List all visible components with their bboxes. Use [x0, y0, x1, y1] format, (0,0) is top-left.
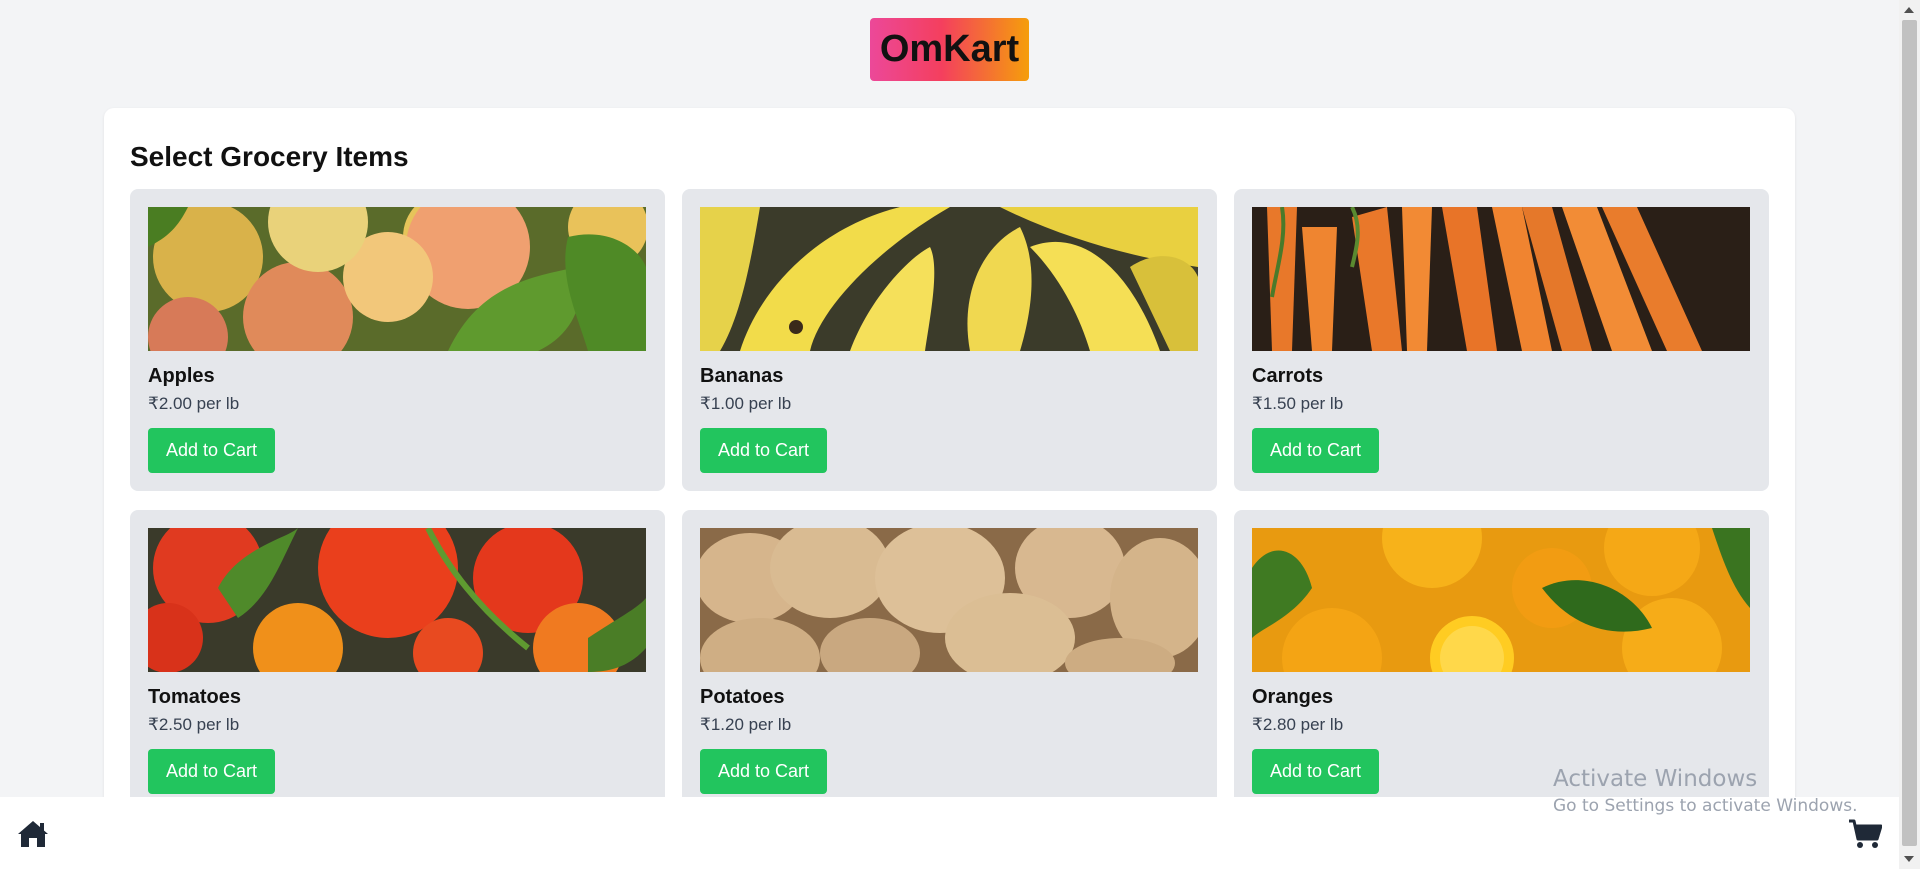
- product-price: ₹1.20 per lb: [700, 715, 792, 734]
- cart-icon[interactable]: [1848, 819, 1883, 849]
- product-name: Bananas: [700, 365, 784, 387]
- omkart-logo[interactable]: OmKart: [869, 18, 1030, 81]
- page-title: Select Grocery Items: [130, 141, 409, 172]
- add-to-cart-button-potatoes[interactable]: Add to Cart: [700, 749, 827, 794]
- product-price: ₹1.00 per lb: [700, 394, 792, 413]
- grocery-panel: Select Grocery Items Apples ₹2.00 per lb…: [104, 108, 1795, 868]
- product-name: Carrots: [1252, 365, 1324, 387]
- vertical-scrollbar[interactable]: [1899, 0, 1920, 869]
- product-name: Tomatoes: [148, 686, 241, 708]
- product-price: ₹2.50 per lb: [148, 715, 240, 734]
- bananas-image: [700, 207, 1198, 351]
- product-grid: Apples ₹2.00 per lb Add to Cart Bananas …: [130, 189, 1769, 812]
- scroll-up-arrow-icon[interactable]: [1904, 7, 1914, 13]
- tomatoes-image: [148, 528, 646, 672]
- logo-container: OmKart: [0, 18, 1899, 81]
- product-name: Oranges: [1252, 686, 1334, 708]
- product-price: ₹1.50 per lb: [1252, 394, 1344, 413]
- watermark-subtitle: Go to Settings to activate Windows.: [1553, 796, 1858, 816]
- add-to-cart-button-carrots[interactable]: Add to Cart: [1252, 428, 1379, 473]
- add-to-cart-button-bananas[interactable]: Add to Cart: [700, 428, 827, 473]
- product-price: ₹2.00 per lb: [148, 394, 240, 413]
- home-icon[interactable]: [17, 819, 49, 849]
- watermark-title: Activate Windows: [1553, 766, 1758, 792]
- scrollbar-thumb[interactable]: [1902, 20, 1917, 846]
- product-price: ₹2.80 per lb: [1252, 715, 1344, 734]
- product-card-bananas: Bananas ₹1.00 per lb Add to Cart: [682, 189, 1217, 491]
- oranges-image: [1252, 528, 1750, 672]
- product-card-potatoes: Potatoes ₹1.20 per lb Add to Cart: [682, 510, 1217, 812]
- add-to-cart-button-tomatoes[interactable]: Add to Cart: [148, 749, 275, 794]
- scroll-down-arrow-icon[interactable]: [1904, 856, 1914, 862]
- product-card-carrots: Carrots ₹1.50 per lb Add to Cart: [1234, 189, 1769, 491]
- add-to-cart-button-oranges[interactable]: Add to Cart: [1252, 749, 1379, 794]
- windows-activation-watermark: Activate Windows Go to Settings to activ…: [1553, 766, 1858, 816]
- product-name: Apples: [148, 365, 215, 387]
- carrots-image: [1252, 207, 1750, 351]
- product-name: Potatoes: [700, 686, 785, 708]
- add-to-cart-button-apples[interactable]: Add to Cart: [148, 428, 275, 473]
- product-card-apples: Apples ₹2.00 per lb Add to Cart: [130, 189, 665, 491]
- potatoes-image: [700, 528, 1198, 672]
- apples-image: [148, 207, 646, 351]
- product-card-tomatoes: Tomatoes ₹2.50 per lb Add to Cart: [130, 510, 665, 812]
